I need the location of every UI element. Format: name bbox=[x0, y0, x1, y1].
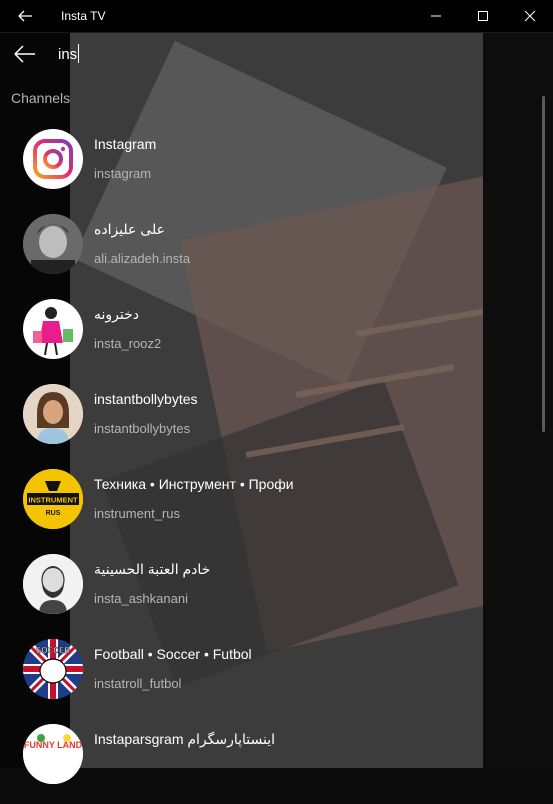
close-button[interactable] bbox=[507, 0, 553, 32]
scrollbar[interactable] bbox=[542, 96, 545, 432]
channel-item[interactable]: Instagram instagram bbox=[0, 129, 483, 209]
back-arrow-icon[interactable] bbox=[12, 6, 38, 26]
instagram-logo-icon bbox=[23, 129, 83, 189]
section-heading: Channels bbox=[11, 90, 71, 106]
channel-handle: instatroll_futbol bbox=[94, 676, 182, 691]
avatar-text: SOCCER bbox=[36, 646, 70, 655]
search-panel: Channels Instagram instagram علی علیزاده… bbox=[0, 33, 483, 784]
channel-item[interactable]: علی علیزاده ali.alizadeh.insta bbox=[0, 214, 483, 294]
channel-handle: insta_rooz2 bbox=[94, 336, 162, 351]
window-title: Insta TV bbox=[61, 9, 106, 23]
channel-name: علی علیزاده bbox=[94, 221, 165, 237]
channel-name: خادم العتبة الحسينية bbox=[94, 561, 211, 577]
soccer-troll-icon: SOCCER bbox=[23, 639, 83, 699]
title-bar: Insta TV bbox=[0, 0, 553, 33]
search-input[interactable] bbox=[58, 41, 458, 67]
minimize-button[interactable] bbox=[413, 0, 459, 32]
channel-name: دخترونه bbox=[94, 306, 140, 322]
channel-item[interactable]: SOCCER Football • Soccer • Futbol instat… bbox=[0, 639, 483, 719]
channel-handle: instrument_rus bbox=[94, 506, 180, 521]
channel-item[interactable]: دخترونه insta_rooz2 bbox=[0, 299, 483, 379]
avatar-text: INSTRUMENT bbox=[28, 496, 78, 505]
channel-name: Instagram bbox=[94, 136, 157, 152]
channel-item[interactable]: FUNNY LAND Instaparsgram اینستاپارسگرام bbox=[0, 724, 483, 804]
avatar-subtext: RUS bbox=[46, 510, 61, 517]
instrument-logo-icon: INSTRUMENT RUS bbox=[23, 469, 83, 529]
avatar-text: FUNNY LAND bbox=[24, 740, 83, 750]
funny-land-icon: FUNNY LAND bbox=[23, 724, 83, 784]
portrait-avatar-icon bbox=[23, 214, 83, 274]
man-sketch-icon bbox=[23, 554, 83, 614]
channel-name: Instaparsgram اینستاپارسگرام bbox=[94, 731, 276, 747]
search-back-arrow-icon[interactable] bbox=[12, 43, 38, 65]
channel-item[interactable]: INSTRUMENT RUS Техника • Инструмент • Пр… bbox=[0, 469, 483, 549]
channel-handle: ali.alizadeh.insta bbox=[94, 251, 191, 266]
channel-name: Техника • Инструмент • Профи bbox=[94, 476, 294, 492]
channel-name: Football • Soccer • Futbol bbox=[94, 646, 252, 662]
maximize-button[interactable] bbox=[460, 0, 506, 32]
channel-handle: insta_ashkanani bbox=[94, 591, 188, 606]
channel-name: instantbollybytes bbox=[94, 391, 198, 407]
channel-item[interactable]: instantbollybytes instantbollybytes bbox=[0, 384, 483, 464]
woman-portrait-icon bbox=[23, 384, 83, 444]
text-caret bbox=[78, 44, 79, 63]
girl-shopping-icon bbox=[23, 299, 83, 359]
channel-handle: instantbollybytes bbox=[94, 421, 191, 436]
channel-item[interactable]: خادم العتبة الحسينية insta_ashkanani bbox=[0, 554, 483, 634]
channel-handle: instagram bbox=[94, 166, 152, 181]
